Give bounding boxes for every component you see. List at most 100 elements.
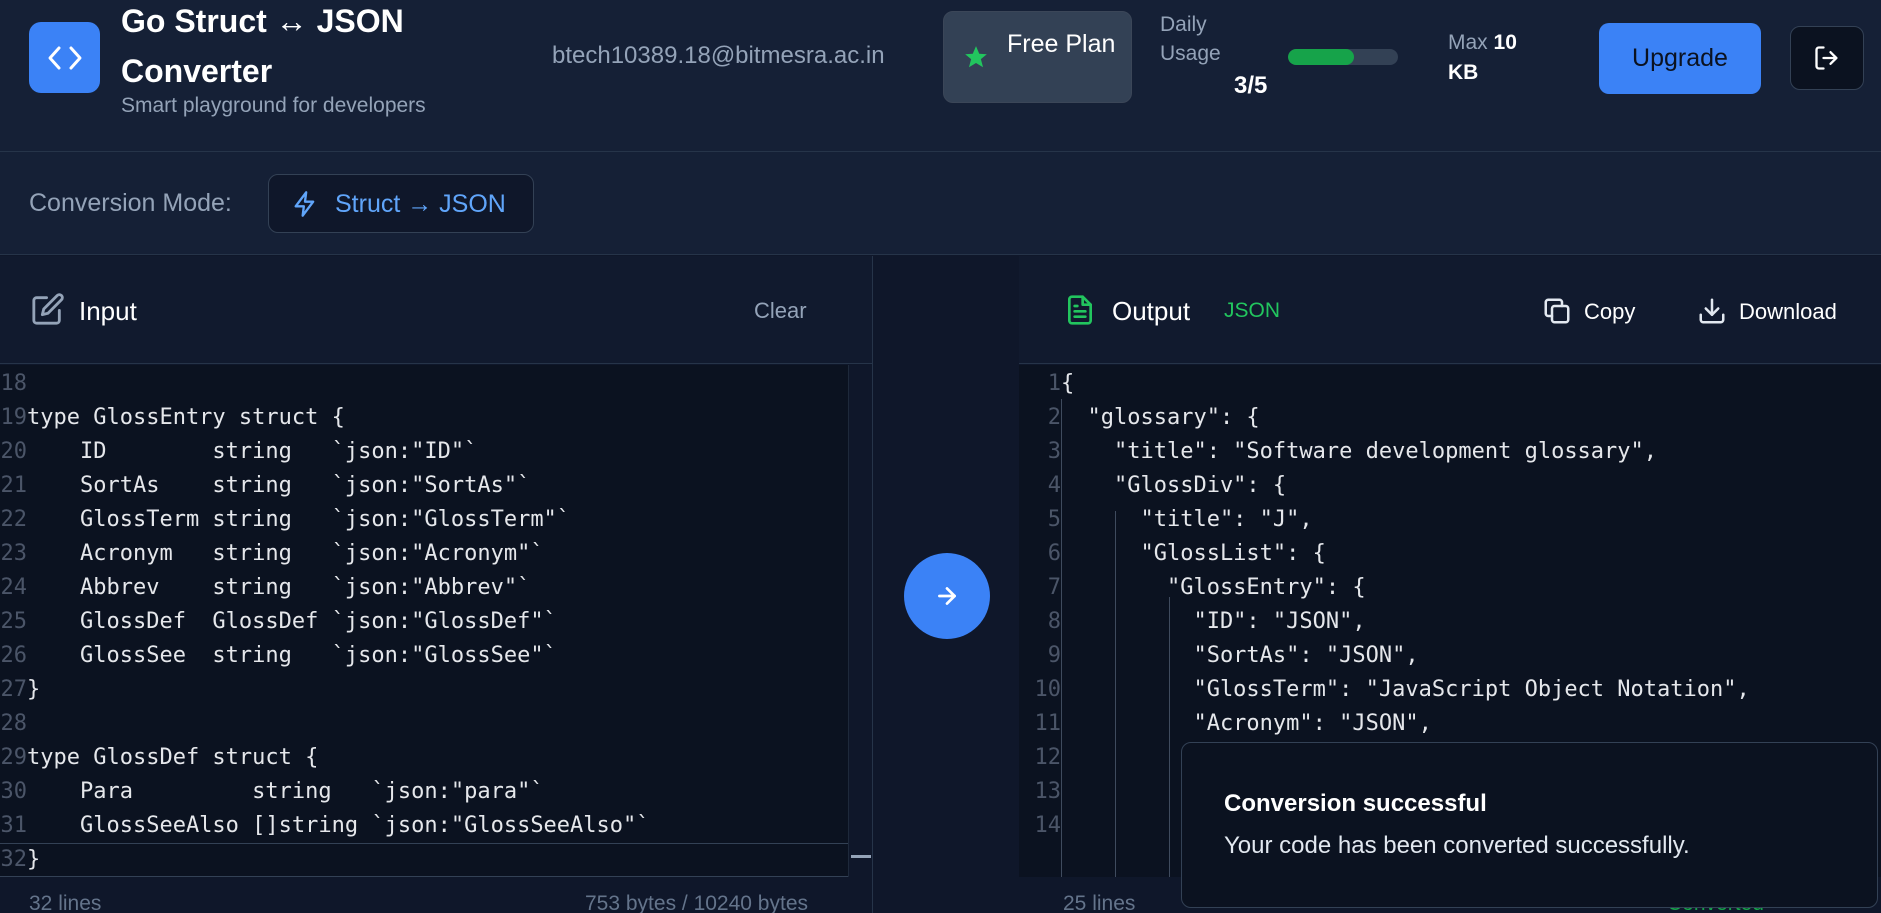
line-number: 21 [0, 473, 28, 498]
line-number: 26 [0, 643, 28, 668]
line-number: 1 [1047, 371, 1061, 396]
code-text: SortAs string `json:"SortAs"` [27, 473, 531, 498]
line-number: 3 [1047, 439, 1061, 464]
code-text: "title": "Software development glossary"… [1061, 439, 1658, 464]
input-code-line: 19type GlossEntry struct { [0, 401, 345, 435]
logout-icon [1815, 46, 1838, 70]
output-code-line: 11 "Acronym": "JSON", [1019, 707, 1432, 741]
code-text: } [27, 677, 41, 702]
daily-usage-label: Daily Usage [1160, 13, 1221, 65]
output-code-line: 9 "SortAs": "JSON", [1019, 639, 1419, 673]
convert-button[interactable] [904, 553, 990, 639]
edit-icon [31, 292, 65, 331]
input-byte-count: 753 bytes / 10240 bytes [585, 892, 808, 913]
input-code-line: 23 Acronym string `json:"Acronym"` [0, 537, 544, 571]
bolt-icon [291, 189, 319, 224]
toast-message: Your code has been converted successfull… [1224, 832, 1690, 859]
input-code-line: 22 GlossTerm string `json:"GlossTerm"` [0, 503, 571, 537]
copy-button[interactable]: Copy [1584, 299, 1635, 325]
line-number: 29 [0, 745, 28, 770]
max-prefix: Max [1448, 31, 1488, 54]
output-line-count: 25 lines [1063, 892, 1136, 913]
star-icon [963, 44, 989, 75]
output-panel-header: Output JSON Copy Download [1019, 256, 1881, 364]
code-text: GlossSee string `json:"GlossSee"` [27, 643, 557, 668]
input-code-line: 21 SortAs string `json:"SortAs"` [0, 469, 531, 503]
line-number: 28 [0, 711, 28, 736]
output-format-tag: JSON [1224, 299, 1281, 322]
arrow-right-icon [938, 587, 956, 605]
clear-button[interactable]: Clear [754, 298, 807, 324]
output-code-line: 7 "GlossEntry": { [1019, 571, 1366, 605]
output-code-line: 3 "title": "Software development glossar… [1019, 435, 1657, 469]
line-number: 31 [0, 813, 28, 838]
mode-bar: Conversion Mode: Struct → JSON [0, 152, 1881, 255]
success-toast[interactable]: Conversion successful Your code has been… [1181, 742, 1878, 908]
code-text: "glossary": { [1061, 405, 1260, 430]
line-number: 8 [1047, 609, 1061, 634]
output-code-line: 4 "GlossDiv": { [1019, 469, 1286, 503]
conversion-mode-value: Struct → JSON [335, 190, 506, 218]
input-code-line: 29type GlossDef struct { [0, 741, 319, 775]
code-text: GlossTerm string `json:"GlossTerm"` [27, 507, 571, 532]
file-text-icon [1064, 292, 1096, 333]
input-code-line: 18 [0, 367, 28, 401]
editor-scrollbar[interactable] [848, 365, 872, 877]
convert-column [874, 256, 1019, 913]
usage-value: 3/5 [1234, 72, 1268, 99]
logout-button[interactable] [1790, 26, 1864, 90]
line-number: 32 [0, 847, 28, 872]
line-number: 4 [1047, 473, 1061, 498]
output-code-line: 14 [1019, 809, 1062, 843]
code-text: GlossDef GlossDef `json:"GlossDef"` [27, 609, 557, 634]
code-text: { [1061, 371, 1075, 396]
line-number: 9 [1047, 643, 1061, 668]
line-number: 10 [1034, 677, 1062, 702]
input-code-line: 24 Abbrev string `json:"Abbrev"` [0, 571, 531, 605]
line-number: 23 [0, 541, 28, 566]
code-text: } [27, 847, 41, 872]
code-text: Abbrev string `json:"Abbrev"` [27, 575, 531, 600]
code-text: "GlossTerm": "JavaScript Object Notation… [1061, 677, 1750, 702]
code-text: "Acronym": "JSON", [1061, 711, 1432, 736]
download-icon[interactable] [1697, 296, 1727, 331]
user-email: btech10389.18@bitmesra.ac.in [552, 42, 885, 69]
output-code-line: 13 [1019, 775, 1062, 809]
output-code-line: 12 [1019, 741, 1062, 775]
app-subtitle: Smart playground for developers [121, 94, 426, 117]
code-text: "title": "J", [1061, 507, 1313, 532]
app-title: Go Struct ↔ JSON Converter [121, 3, 404, 89]
code-text: Acronym string `json:"Acronym"` [27, 541, 544, 566]
output-code-line: 5 "title": "J", [1019, 503, 1313, 537]
max-unit: KB [1448, 61, 1479, 84]
code-text: "GlossEntry": { [1061, 575, 1366, 600]
input-code-line: 31 GlossSeeAlso []string `json:"GlossSee… [0, 809, 650, 843]
code-logo-icon [29, 22, 100, 93]
code-text: "ID": "JSON", [1061, 609, 1366, 634]
output-code-line: 1{ [1019, 367, 1075, 401]
input-code-editor[interactable]: 18 19type GlossEntry struct {20 ID string… [0, 365, 872, 877]
input-code-line: 32} [0, 843, 41, 877]
input-code-line: 28 [0, 707, 28, 741]
code-text: type GlossDef struct { [27, 745, 319, 770]
input-code-line: 20 ID string `json:"ID"` [0, 435, 478, 469]
usage-progress-bar [1288, 49, 1398, 65]
line-number: 22 [0, 507, 28, 532]
line-number: 24 [0, 575, 28, 600]
copy-icon[interactable] [1542, 296, 1572, 331]
download-button[interactable]: Download [1739, 299, 1837, 325]
scrollbar-thumb[interactable] [851, 855, 871, 858]
code-text: ID string `json:"ID"` [27, 439, 478, 464]
line-number: 18 [0, 371, 28, 396]
output-code-line: 8 "ID": "JSON", [1019, 605, 1366, 639]
upgrade-button[interactable]: Upgrade [1599, 23, 1761, 94]
max-size-label: Max 10 KB [1448, 28, 1543, 88]
code-text: type GlossEntry struct { [27, 405, 345, 430]
line-number: 14 [1034, 813, 1062, 838]
conversion-mode-button[interactable]: Struct → JSON [268, 174, 534, 233]
current-line-highlight [0, 843, 848, 877]
output-code-line: 2 "glossary": { [1019, 401, 1260, 435]
plan-badge[interactable]: Free Plan [943, 11, 1132, 103]
line-number: 12 [1034, 745, 1062, 770]
line-number: 25 [0, 609, 28, 634]
